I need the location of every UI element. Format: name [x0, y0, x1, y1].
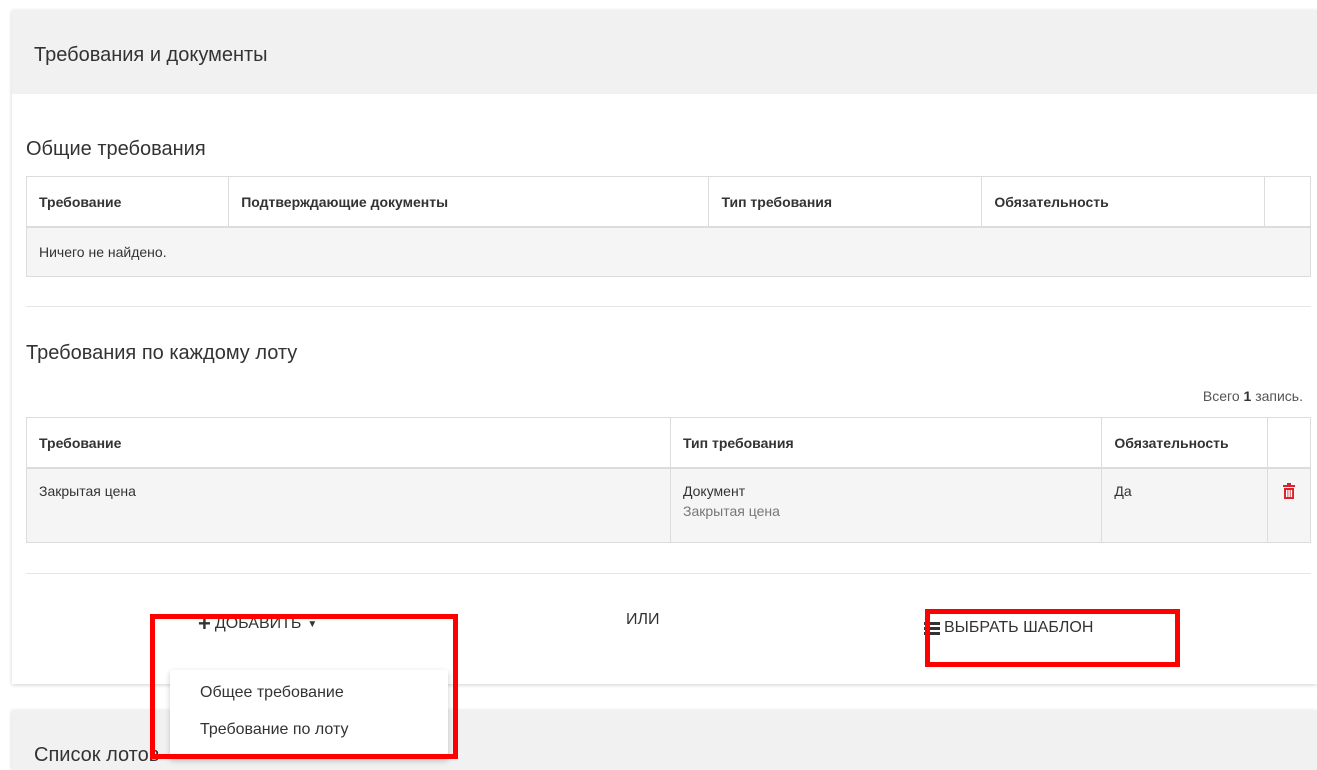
- divider: [26, 573, 1311, 574]
- lots-list-title: Список лотов: [34, 744, 160, 766]
- column-header: Тип требования: [708, 176, 983, 228]
- highlight-box-add: [150, 614, 458, 759]
- column-header: Тип требования: [669, 417, 1103, 469]
- mandatory-cell: Да: [1101, 467, 1268, 543]
- table-header-row: Требование Тип требования Обязательность: [26, 417, 1312, 469]
- general-requirements-table: Требование Подтверждающие документы Тип …: [25, 176, 1311, 277]
- trash-icon[interactable]: [1282, 483, 1296, 499]
- column-header: Требование: [26, 417, 671, 469]
- column-header: Обязательность: [981, 176, 1266, 228]
- total-count: 1: [1243, 388, 1252, 404]
- highlight-box-template: [925, 609, 1180, 667]
- panel-header: Требования и документы: [12, 10, 1317, 94]
- column-header: Требование: [25, 176, 230, 228]
- empty-message: Ничего не найдено.: [26, 226, 1311, 277]
- table-row: Закрытая цена Документ Закрытая цена Да: [26, 467, 1312, 543]
- type-value: Документ: [683, 483, 746, 499]
- table-row: Ничего не найдено.: [26, 226, 1311, 277]
- table-header-row: Требование Подтверждающие документы Тип …: [25, 176, 1311, 228]
- column-header: Обязательность: [1101, 417, 1268, 469]
- type-cell: Документ Закрытая цена: [669, 467, 1103, 543]
- per-lot-requirements-table: Требование Тип требования Обязательность…: [26, 417, 1312, 543]
- column-header-actions: [1264, 176, 1311, 228]
- delete-cell[interactable]: [1266, 467, 1312, 543]
- total-records: Всего 1 запись.: [1202, 388, 1303, 404]
- divider: [26, 306, 1311, 307]
- panel-title: Требования и документы: [34, 44, 268, 66]
- column-header: Подтверждающие документы: [228, 176, 710, 228]
- general-requirements-title: Общие требования: [26, 138, 206, 160]
- requirement-cell: Закрытая цена: [26, 467, 671, 543]
- requirements-panel: Требования и документы Общие требования …: [12, 10, 1317, 684]
- type-subvalue: Закрытая цена: [683, 503, 780, 519]
- or-separator: ИЛИ: [626, 611, 660, 628]
- per-lot-requirements-title: Требования по каждому лоту: [26, 342, 298, 364]
- column-header-actions: [1266, 417, 1312, 469]
